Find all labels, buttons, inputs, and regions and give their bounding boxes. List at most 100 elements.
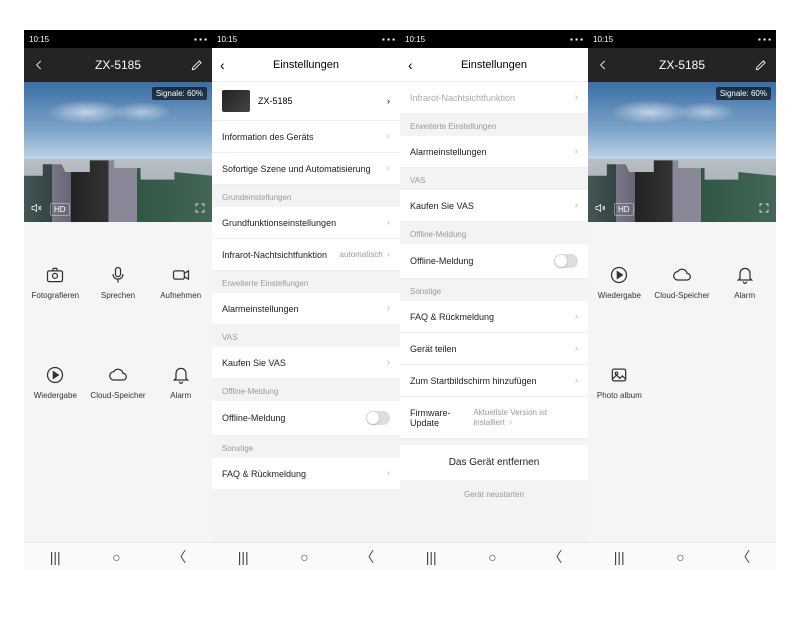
row-faq[interactable]: FAQ & Rückmeldung› [212,458,400,490]
nav-home-icon[interactable]: ○ [112,549,120,565]
action-tiles: Fotografieren Sprechen Aufnehmen Wiederg… [24,222,212,542]
mic-icon [108,265,128,285]
tile-sprechen[interactable]: Sprechen [87,232,150,332]
nav-home-icon[interactable]: ○ [300,549,308,565]
mute-icon[interactable] [30,202,42,216]
row-faq[interactable]: FAQ & Rückmeldung› [400,301,588,333]
back-icon[interactable] [596,58,610,72]
tile-photo-album[interactable]: Photo album [588,332,651,432]
status-indicators: ▪ ▪ ▪ [194,35,207,44]
back-icon[interactable]: ‹ [408,57,413,73]
section-advanced: Erweiterte Einstellungen [212,271,400,293]
settings-list[interactable]: ZX-5185 › Information des Geräts› Sofort… [212,82,400,542]
bell-icon [735,265,755,285]
phone-live-view-1: 10:15 ▪ ▪ ▪ ZX-5185 Signale: 60% HD Foto… [24,30,212,570]
nav-back-icon[interactable]: 〈 [548,547,562,567]
action-tiles: Wiedergabe Cloud-Speicher Alarm Photo al… [588,222,776,542]
nav-back-icon[interactable]: 〈 [736,547,750,567]
row-cut-top[interactable]: Infrarot-Nachtsichtfunktion› [400,82,588,114]
camera-header: ZX-5185 [24,48,212,82]
row-offline-toggle[interactable]: Offline-Meldung [400,244,588,279]
video-feed[interactable]: Signale: 60% HD [24,82,212,222]
nav-recent-icon[interactable]: ||| [426,549,437,565]
row-buy-vas[interactable]: Kaufen Sie VAS› [212,347,400,379]
phone-settings-2: 10:15▪ ▪ ▪ ‹ Einstellungen Infrarot-Nach… [400,30,588,570]
device-thumb-icon [222,90,250,112]
row-firmware[interactable]: Firmware-UpdateAktuellste Version ist in… [400,397,588,439]
section-offline: Offline-Meldung [212,379,400,401]
restart-device-link[interactable]: Gerät neustarten [400,480,588,509]
row-offline-toggle[interactable]: Offline-Meldung [212,401,400,436]
nav-back-icon[interactable]: 〈 [172,547,186,567]
settings-header: ‹ Einstellungen [400,48,588,82]
camera-icon [45,265,65,285]
android-nav: ||| ○ 〈 [588,542,776,570]
status-bar: 10:15▪ ▪ ▪ [588,30,776,48]
section-vas: VAS [400,168,588,190]
android-nav: ||| ○ 〈 [212,542,400,570]
nav-home-icon[interactable]: ○ [676,549,684,565]
toggle-icon[interactable] [366,411,390,425]
status-bar: 10:15 ▪ ▪ ▪ [24,30,212,48]
phone-live-view-2: 10:15▪ ▪ ▪ ZX-5185 Signale: 60% HD Wiede… [588,30,776,570]
fullscreen-icon[interactable] [194,202,206,216]
nav-back-icon[interactable]: 〈 [360,547,374,567]
row-alarm-settings[interactable]: Alarmeinstellungen› [212,293,400,325]
photo-icon [609,365,629,385]
record-icon [171,265,191,285]
status-bar: 10:15▪ ▪ ▪ [400,30,588,48]
tile-aufnehmen[interactable]: Aufnehmen [149,232,212,332]
tile-fotografieren[interactable]: Fotografieren [24,232,87,332]
section-offline: Offline-Meldung [400,222,588,244]
row-buy-vas[interactable]: Kaufen Sie VAS› [400,190,588,222]
section-advanced: Erweiterte Einstellungen [400,114,588,136]
section-other: Sonstige [400,279,588,301]
tile-wiedergabe[interactable]: Wiedergabe [588,232,651,332]
toggle-icon[interactable] [554,254,578,268]
tile-cloud-speicher[interactable]: Cloud-Speicher [87,332,150,432]
signal-badge: Signale: 60% [716,87,771,100]
hd-badge[interactable]: HD [50,203,70,216]
nav-recent-icon[interactable]: ||| [238,549,249,565]
settings-header: ‹ Einstellungen [212,48,400,82]
back-icon[interactable] [32,58,46,72]
row-basic-functions[interactable]: Grundfunktionseinstellungen› [212,207,400,239]
mute-icon[interactable] [594,202,606,216]
hd-badge[interactable]: HD [614,203,634,216]
play-icon [45,365,65,385]
nav-home-icon[interactable]: ○ [488,549,496,565]
bell-icon [171,365,191,385]
back-icon[interactable]: ‹ [220,57,225,73]
row-device[interactable]: ZX-5185 › [212,82,400,121]
settings-title: Einstellungen [273,59,339,71]
signal-badge: Signale: 60% [152,87,207,100]
cloud-icon [672,265,692,285]
cloud-icon [108,365,128,385]
tile-wiedergabe[interactable]: Wiedergabe [24,332,87,432]
row-share-device[interactable]: Gerät teilen› [400,333,588,365]
video-feed[interactable]: Signale: 60% HD [588,82,776,222]
tile-cloud-speicher[interactable]: Cloud-Speicher [651,232,714,332]
nav-recent-icon[interactable]: ||| [50,549,61,565]
tile-alarm[interactable]: Alarm [713,232,776,332]
row-infrared[interactable]: Infrarot-Nachtsichtfunktionautomatisch› [212,239,400,271]
row-add-homescreen[interactable]: Zum Startbildschirm hinzufügen› [400,365,588,397]
tile-alarm[interactable]: Alarm [149,332,212,432]
row-device-info[interactable]: Information des Geräts› [212,121,400,153]
section-vas: VAS [212,325,400,347]
android-nav: ||| ○ 〈 [24,542,212,570]
remove-device-button[interactable]: Das Gerät entfernen [400,445,588,480]
edit-icon[interactable] [754,58,768,72]
nav-recent-icon[interactable]: ||| [614,549,625,565]
play-icon [609,265,629,285]
row-alarm-settings[interactable]: Alarmeinstellungen› [400,136,588,168]
section-basic: Grundeinstellungen [212,185,400,207]
phone-settings-1: 10:15▪ ▪ ▪ ‹ Einstellungen ZX-5185 › Inf… [212,30,400,570]
edit-icon[interactable] [190,58,204,72]
fullscreen-icon[interactable] [758,202,770,216]
settings-list[interactable]: Infrarot-Nachtsichtfunktion› Erweiterte … [400,82,588,542]
camera-title: ZX-5185 [95,58,141,72]
status-bar: 10:15▪ ▪ ▪ [212,30,400,48]
row-scene-automation[interactable]: Sofortige Szene und Automatisierung› [212,153,400,185]
android-nav: ||| ○ 〈 [400,542,588,570]
